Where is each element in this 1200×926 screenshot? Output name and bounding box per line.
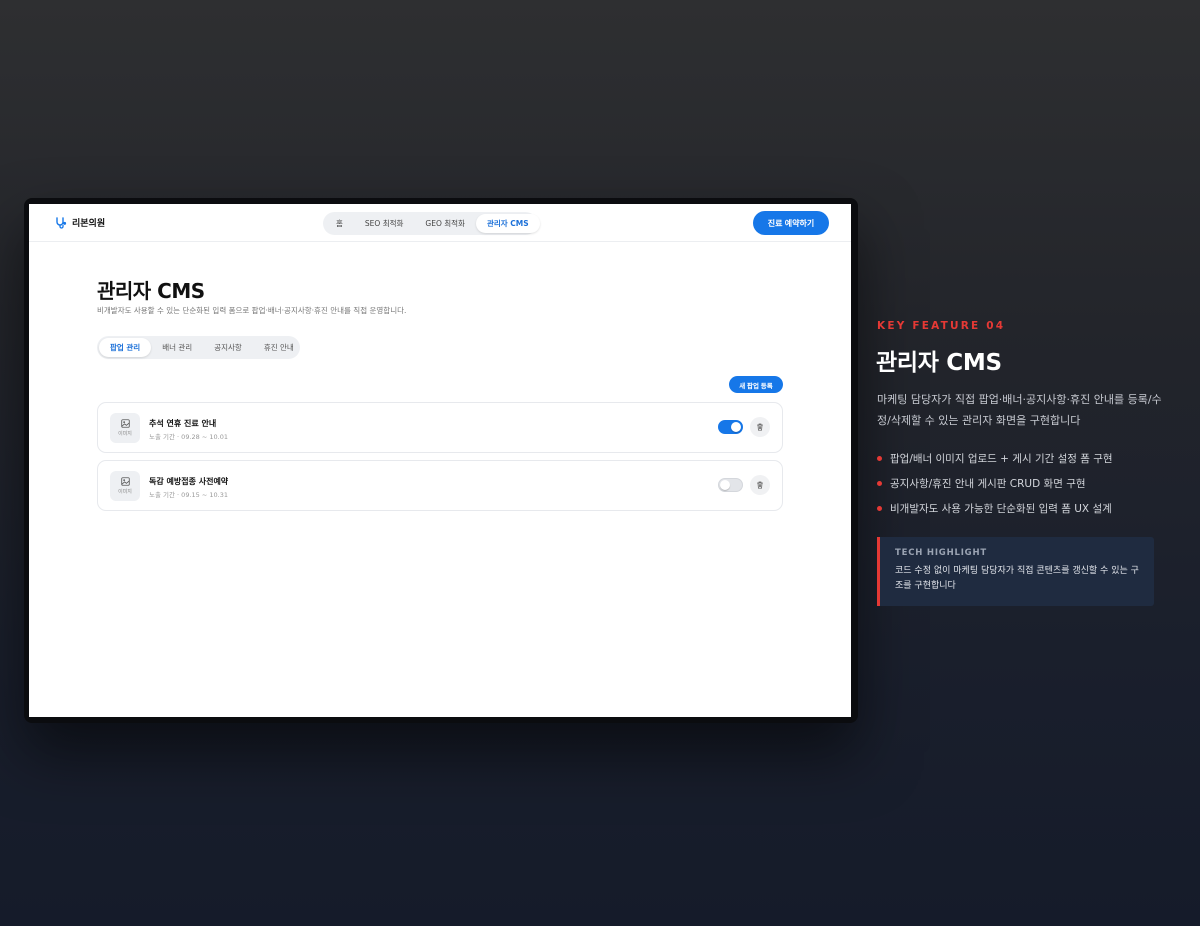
list-item: 이미지 독감 예방접종 사전예약 노출 기간 · 09.15 ~ 10.31 (97, 460, 783, 511)
nav-admin-cms[interactable]: 관리자 CMS (475, 214, 540, 233)
tab-closure[interactable]: 휴진 안내 (253, 338, 305, 357)
cms-tabs: 팝업 관리 배너 관리 공지사항 휴진 안내 (97, 336, 300, 359)
feature-kicker: KEY FEATURE 04 (877, 320, 1006, 332)
new-popup-button[interactable]: 새 팝업 등록 (729, 376, 783, 393)
popup-list: 이미지 추석 연휴 진료 안내 노출 기간 · 09.28 ~ 10.01 이미… (97, 402, 783, 518)
nav-seo[interactable]: SEO 최적화 (354, 214, 415, 233)
feature-bullet: 비개발자도 사용 가능한 단순화된 입력 폼 UX 설계 (877, 501, 1113, 526)
feature-bullet: 공지사항/휴진 안내 게시판 CRUD 화면 구현 (877, 476, 1113, 501)
popup-period: 노출 기간 · 09.28 ~ 10.01 (149, 433, 228, 441)
feature-description: 마케팅 담당자가 직접 팝업·배너·공지사항·휴진 안내를 등록/수정/삭제할 … (877, 393, 1162, 427)
image-thumbnail: 이미지 (110, 413, 140, 443)
trash-icon (757, 481, 763, 489)
brand-logo[interactable]: 리본의원 (55, 216, 105, 229)
tech-highlight-label: TECH HIGHLIGHT (895, 548, 987, 558)
page-subtitle: 비개발자도 사용할 수 있는 단순화된 입력 폼으로 팝업·배너·공지사항·휴진… (97, 306, 407, 315)
delete-button[interactable] (750, 475, 770, 495)
popup-title: 독감 예방접종 사전예약 (149, 477, 229, 486)
image-thumbnail: 이미지 (110, 471, 140, 501)
page-title: 관리자 CMS (97, 279, 205, 303)
trash-icon (757, 423, 763, 431)
main-nav: 홈 SEO 최적화 GEO 최적화 관리자 CMS (323, 212, 540, 235)
image-icon (120, 419, 130, 428)
popup-toggle[interactable] (718, 420, 743, 434)
app-screen: 리본의원 홈 SEO 최적화 GEO 최적화 관리자 CMS 진료 예약하기 관… (29, 204, 851, 717)
tab-popup[interactable]: 팝업 관리 (99, 338, 152, 357)
toggle-knob (731, 422, 741, 432)
feature-bullet: 팝업/배너 이미지 업로드 + 게시 기간 설정 폼 구현 (877, 451, 1113, 476)
delete-button[interactable] (750, 417, 770, 437)
popup-toggle[interactable] (718, 478, 743, 492)
tab-notice[interactable]: 공지사항 (203, 338, 253, 357)
top-navigation: 리본의원 홈 SEO 최적화 GEO 최적화 관리자 CMS 진료 예약하기 (29, 204, 851, 242)
popup-title: 추석 연휴 진료 안내 (149, 419, 217, 428)
list-item: 이미지 추석 연휴 진료 안내 노출 기간 · 09.28 ~ 10.01 (97, 402, 783, 453)
feature-title: 관리자 CMS (876, 350, 1002, 376)
nav-geo[interactable]: GEO 최적화 (414, 214, 476, 233)
tab-banner[interactable]: 배너 관리 (151, 338, 203, 357)
tech-highlight-text: 코드 수정 없이 마케팅 담당자가 직접 콘텐츠를 갱신할 수 있는 구조를 구… (895, 566, 1139, 591)
thumbnail-label: 이미지 (118, 489, 132, 495)
stethoscope-icon (56, 216, 67, 229)
tech-highlight-box: TECH HIGHLIGHT 코드 수정 없이 마케팅 담당자가 직접 콘텐츠를… (877, 537, 1154, 606)
book-appointment-button[interactable]: 진료 예약하기 (753, 211, 829, 235)
thumbnail-label: 이미지 (118, 431, 132, 437)
brand-name: 리본의원 (72, 219, 106, 229)
toggle-knob (720, 480, 730, 490)
nav-home[interactable]: 홈 (325, 214, 354, 233)
feature-bullets: 팝업/배너 이미지 업로드 + 게시 기간 설정 폼 구현 공지사항/휴진 안내… (877, 451, 1113, 526)
popup-period: 노출 기간 · 09.15 ~ 10.31 (149, 491, 228, 499)
image-icon (120, 477, 130, 486)
